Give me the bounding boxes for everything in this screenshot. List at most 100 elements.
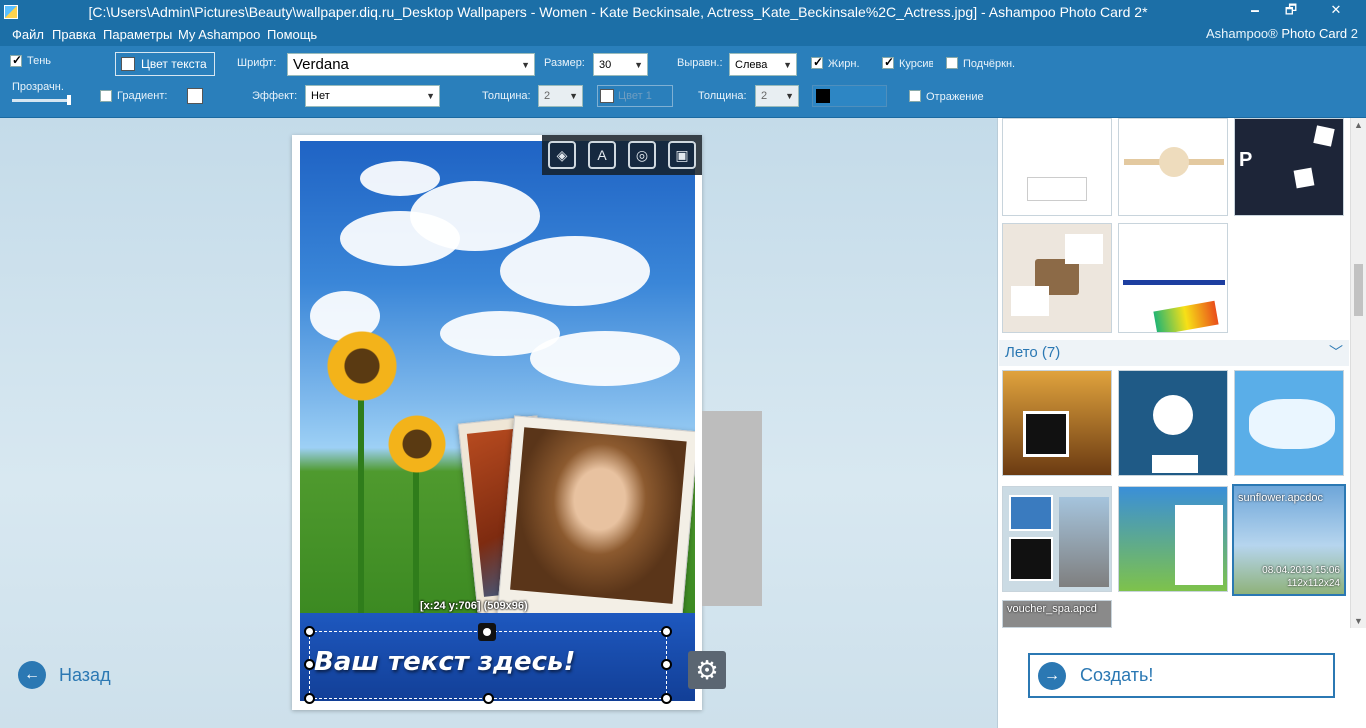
gallery-scrollbar[interactable]: ▲ ▼ [1350, 118, 1366, 628]
add-image-icon[interactable]: ▣ [668, 141, 696, 169]
arrow-right-icon: → [1038, 661, 1066, 690]
thumb-photo [1313, 125, 1335, 147]
font-select[interactable]: Verdana ▼ [287, 53, 535, 76]
settings-gear-icon[interactable]: ⚙ [688, 651, 726, 689]
chevron-down-icon: ▼ [783, 59, 792, 70]
sunflower [322, 326, 402, 406]
thumb-photo [1175, 505, 1223, 585]
sunflower-stem [358, 386, 364, 613]
template-thumb[interactable] [1002, 118, 1112, 216]
scroll-down-icon[interactable]: ▼ [1354, 616, 1363, 626]
reflection-color-button[interactable] [812, 85, 887, 107]
template-gallery: P Лето (7) ﹀ sunflower.apcdoc 08.04.2013… [997, 118, 1366, 628]
arrow-left-icon: ← [18, 661, 46, 689]
italic-checkbox[interactable] [882, 55, 894, 69]
template-thumb[interactable] [1118, 118, 1228, 216]
thumb-photo [1009, 537, 1053, 581]
opacity-slider[interactable] [12, 95, 71, 105]
size-select[interactable]: 30 ▼ [593, 53, 648, 76]
window-title: [C:\Users\Admin\Pictures\Beauty\wallpape… [88, 4, 1148, 20]
create-button[interactable]: → Создать! [1028, 653, 1335, 698]
photo-frame-front [496, 415, 695, 613]
resize-handle[interactable] [304, 626, 315, 637]
menu-help[interactable]: Помощь [267, 27, 317, 42]
template-thumb[interactable] [1118, 486, 1228, 592]
underline-checkbox[interactable] [946, 57, 958, 69]
menu-file[interactable]: Файл [12, 27, 44, 42]
template-thumb[interactable] [1234, 370, 1344, 476]
text-color-button[interactable]: Цвет текста [115, 52, 215, 76]
reflection-label: Отражение [926, 91, 984, 103]
rotate-handle[interactable] [478, 623, 496, 641]
template-thumb[interactable] [1002, 370, 1112, 476]
resize-handle[interactable] [661, 659, 672, 670]
back-label: Назад [59, 664, 111, 685]
align-label: Выравн.: [677, 57, 723, 69]
add-shape-icon[interactable]: ◈ [548, 141, 576, 169]
opacity-slider-thumb[interactable] [67, 95, 71, 105]
create-label: Создать! [1080, 665, 1154, 685]
menu-edit[interactable]: Правка [52, 27, 96, 42]
menu-bar: Файл Правка Параметры My Ashampoo Помощь… [0, 24, 1366, 46]
gradient-checkbox[interactable] [100, 90, 112, 102]
cloud [530, 331, 680, 386]
minimize-button[interactable]: 🗕 [1240, 0, 1270, 22]
effect-select[interactable]: Нет ▼ [305, 85, 440, 107]
template-thumb[interactable] [1118, 370, 1228, 476]
gradient-color-swatch[interactable] [187, 88, 203, 104]
scrollbar-thumb[interactable] [1354, 264, 1363, 316]
thickness-select-value: 2 [544, 90, 551, 102]
thumb-photo [1023, 411, 1069, 457]
bold-checkbox[interactable] [811, 55, 823, 69]
align-select-value: Слева [735, 58, 768, 71]
resize-handle[interactable] [304, 659, 315, 670]
title-bar: [C:\Users\Admin\Pictures\Beauty\wallpape… [0, 0, 1366, 24]
menu-params[interactable]: Параметры [103, 27, 172, 42]
template-thumb[interactable]: P [1234, 118, 1344, 216]
resize-handle[interactable] [661, 626, 672, 637]
chevron-down-icon[interactable]: ﹀ [1329, 342, 1343, 362]
template-thumb[interactable] [1002, 223, 1112, 333]
outline-color-button[interactable]: Цвет 1 [597, 85, 673, 107]
template-thumb[interactable] [1002, 486, 1112, 592]
shadow-checkbox[interactable] [10, 53, 22, 67]
opacity-label: Прозрачн. [12, 81, 64, 93]
scroll-up-icon[interactable]: ▲ [1354, 120, 1363, 130]
resize-handle[interactable] [483, 693, 494, 704]
chevron-down-icon: ▼ [785, 91, 794, 101]
portrait-image [510, 427, 687, 604]
thumb-filename: voucher_spa.apcd [1007, 603, 1097, 615]
thumb-card [1027, 177, 1087, 201]
cloud [500, 236, 650, 306]
template-thumb[interactable]: voucher_spa.apcd [1002, 600, 1112, 628]
shadow-label: Тень [27, 55, 52, 67]
align-select[interactable]: Слева ▼ [729, 53, 797, 76]
template-thumb-selected[interactable]: sunflower.apcdoc 08.04.2013 15:06 112x11… [1232, 484, 1346, 596]
add-text-icon[interactable]: A [588, 141, 616, 169]
outline-color-swatch [600, 89, 614, 103]
create-panel: → Создать! [997, 628, 1366, 728]
resize-handle[interactable] [304, 693, 315, 704]
close-button[interactable]: ✕ [1312, 0, 1360, 22]
font-select-value: Verdana [293, 56, 349, 73]
resize-handle[interactable] [661, 693, 672, 704]
maximize-button[interactable]: 🗗 [1276, 0, 1306, 22]
template-thumb[interactable] [1118, 223, 1228, 333]
menu-my-ashampoo[interactable]: My Ashampoo [178, 27, 260, 42]
back-button[interactable]: ← Назад [18, 661, 111, 689]
brand-logo: Ashampoo® Photo Card 2 [1206, 26, 1358, 41]
thickness-select[interactable]: 2 ▼ [538, 85, 583, 107]
effect-label: Эффект: [252, 90, 298, 102]
reflection-checkbox[interactable] [909, 90, 921, 102]
category-header-summer[interactable]: Лето (7) ﹀ [999, 340, 1349, 366]
card-canvas[interactable]: Ваш текст здесь! [x:24 y:706] (509x96) ◈… [292, 135, 702, 710]
thickness2-select-value: 2 [761, 90, 768, 102]
chevron-down-icon: ▼ [426, 91, 435, 101]
thickness2-select[interactable]: 2 ▼ [755, 85, 799, 107]
selection-coordinates: [x:24 y:706] (509x96) [420, 600, 528, 612]
font-label: Шрифт: [237, 57, 277, 69]
add-clipart-icon[interactable]: ◎ [628, 141, 656, 169]
text-selection-box[interactable] [309, 631, 667, 699]
brand-prefix: Ashampoo® [1206, 26, 1278, 41]
bold-label: Жирн. [828, 58, 860, 70]
